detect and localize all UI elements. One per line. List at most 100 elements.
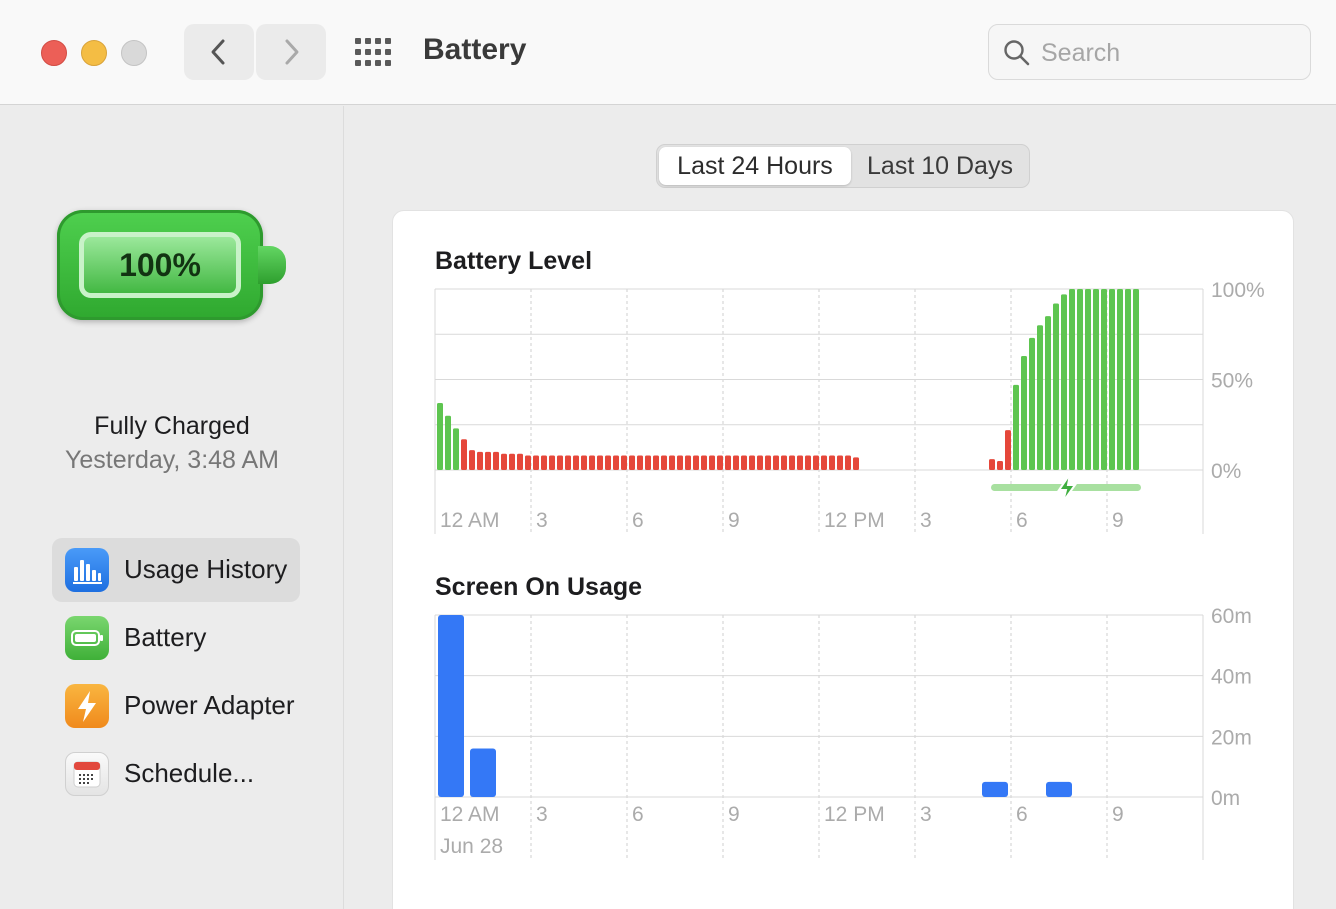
battery-bar-charging bbox=[453, 428, 459, 470]
battery-bar-discharging bbox=[837, 455, 843, 470]
battery-bar-discharging bbox=[477, 451, 483, 470]
screen-on-usage-bar bbox=[1046, 781, 1072, 797]
battery-bar-discharging bbox=[653, 455, 659, 470]
battery-bar-charging bbox=[437, 403, 443, 470]
battery-bar-discharging bbox=[469, 450, 475, 470]
y-tick-label: 0m bbox=[1211, 787, 1240, 810]
battery-bar-discharging bbox=[677, 455, 683, 470]
battery-bar-charging bbox=[1029, 337, 1035, 470]
battery-bar-discharging bbox=[701, 455, 707, 470]
battery-bar-discharging bbox=[693, 455, 699, 470]
battery-bar-discharging bbox=[813, 455, 819, 470]
battery-bar-discharging bbox=[669, 455, 675, 470]
battery-bar-discharging bbox=[685, 455, 691, 470]
battery-bar-discharging bbox=[461, 439, 467, 470]
battery-bar-discharging bbox=[845, 455, 851, 470]
battery-bar-discharging bbox=[749, 455, 755, 470]
battery-bar-charging bbox=[1061, 294, 1067, 470]
screen-on-usage-bar bbox=[470, 748, 496, 797]
battery-bar-discharging bbox=[565, 455, 571, 470]
battery-bar-discharging bbox=[789, 455, 795, 470]
battery-bar-discharging bbox=[493, 451, 499, 470]
battery-bar-discharging bbox=[989, 459, 995, 470]
battery-bar-discharging bbox=[549, 455, 555, 470]
battery-bar-charging bbox=[1125, 289, 1131, 470]
battery-bar-discharging bbox=[805, 455, 811, 470]
x-tick-label: 9 bbox=[728, 509, 740, 532]
battery-bar-discharging bbox=[621, 455, 627, 470]
battery-bar-discharging bbox=[517, 453, 523, 470]
x-tick-label: 3 bbox=[536, 803, 548, 826]
battery-bar-discharging bbox=[829, 455, 835, 470]
battery-bar-discharging bbox=[741, 455, 747, 470]
x-tick-label: 6 bbox=[632, 509, 644, 532]
battery-bar-discharging bbox=[725, 455, 731, 470]
charging-bolt-icon bbox=[1057, 473, 1077, 503]
x-tick-label: 12 AM bbox=[440, 509, 500, 532]
battery-bar-charging bbox=[1069, 289, 1075, 470]
x-tick-label: 3 bbox=[536, 509, 548, 532]
battery-bar-charging bbox=[445, 415, 451, 470]
battery-bar-discharging bbox=[629, 455, 635, 470]
battery-bar-discharging bbox=[597, 455, 603, 470]
x-tick-label: 12 PM bbox=[824, 509, 885, 532]
battery-bar-discharging bbox=[509, 453, 515, 470]
battery-bar-discharging bbox=[581, 455, 587, 470]
battery-bar-discharging bbox=[541, 455, 547, 470]
y-tick-label: 50% bbox=[1211, 370, 1253, 393]
x-tick-label: 9 bbox=[1112, 803, 1124, 826]
battery-bar-charging bbox=[1045, 316, 1051, 470]
battery-level-chart: 12 AM 3 6 9 12 PM 3 6 9 100% 50% 0% 12 AM 3 6 9 12 PM 3 6… bbox=[434, 279, 1265, 860]
battery-bar-charging bbox=[1077, 289, 1083, 470]
battery-bar-charging bbox=[1093, 289, 1099, 470]
x-tick-label: 6 bbox=[1016, 509, 1028, 532]
battery-bar-discharging bbox=[533, 455, 539, 470]
x-axis-date-label: Jun 28 bbox=[440, 835, 503, 858]
x-tick-label: 6 bbox=[1016, 803, 1028, 826]
battery-bar-discharging bbox=[557, 455, 563, 470]
x-tick-label: 9 bbox=[1112, 509, 1124, 532]
battery-bar-discharging bbox=[605, 455, 611, 470]
battery-bar-discharging bbox=[661, 455, 667, 470]
battery-bar-discharging bbox=[717, 455, 723, 470]
battery-bar-discharging bbox=[781, 455, 787, 470]
y-tick-label: 100% bbox=[1211, 279, 1265, 302]
battery-bar-discharging bbox=[573, 455, 579, 470]
battery-bar-discharging bbox=[1005, 430, 1011, 470]
battery-bar-discharging bbox=[757, 455, 763, 470]
battery-bar-charging bbox=[1117, 289, 1123, 470]
x-tick-label: 9 bbox=[728, 803, 740, 826]
battery-bar-charging bbox=[1085, 289, 1091, 470]
battery-bar-discharging bbox=[645, 455, 651, 470]
battery-bar-discharging bbox=[589, 455, 595, 470]
battery-bar-charging bbox=[1101, 289, 1107, 470]
x-tick-label: 6 bbox=[632, 803, 644, 826]
x-tick-label: 3 bbox=[920, 509, 932, 532]
battery-bar-discharging bbox=[765, 455, 771, 470]
y-tick-label: 40m bbox=[1211, 666, 1252, 689]
x-tick-label: 12 PM bbox=[824, 803, 885, 826]
battery-bar-discharging bbox=[797, 455, 803, 470]
x-tick-label: 12 AM bbox=[440, 803, 500, 826]
battery-bar-charging bbox=[1133, 289, 1139, 470]
battery-bar-discharging bbox=[997, 460, 1003, 470]
battery-bar-charging bbox=[1109, 289, 1115, 470]
screen-on-usage-bar bbox=[438, 615, 464, 797]
battery-bar-discharging bbox=[613, 455, 619, 470]
battery-bar-discharging bbox=[773, 455, 779, 470]
battery-bar-charging bbox=[1021, 355, 1027, 470]
battery-bar-discharging bbox=[637, 455, 643, 470]
y-tick-label: 0% bbox=[1211, 460, 1241, 483]
y-tick-label: 60m bbox=[1211, 605, 1252, 628]
battery-bar-charging bbox=[1053, 303, 1059, 470]
battery-bar-discharging bbox=[733, 455, 739, 470]
battery-bar-discharging bbox=[709, 455, 715, 470]
battery-bar-discharging bbox=[853, 457, 859, 470]
battery-bar-discharging bbox=[821, 455, 827, 470]
y-tick-label: 20m bbox=[1211, 726, 1252, 749]
battery-bar-discharging bbox=[485, 451, 491, 470]
x-tick-label: 3 bbox=[920, 803, 932, 826]
battery-bar-discharging bbox=[525, 455, 531, 470]
battery-bar-charging bbox=[1013, 384, 1019, 470]
battery-bar-charging bbox=[1037, 325, 1043, 470]
